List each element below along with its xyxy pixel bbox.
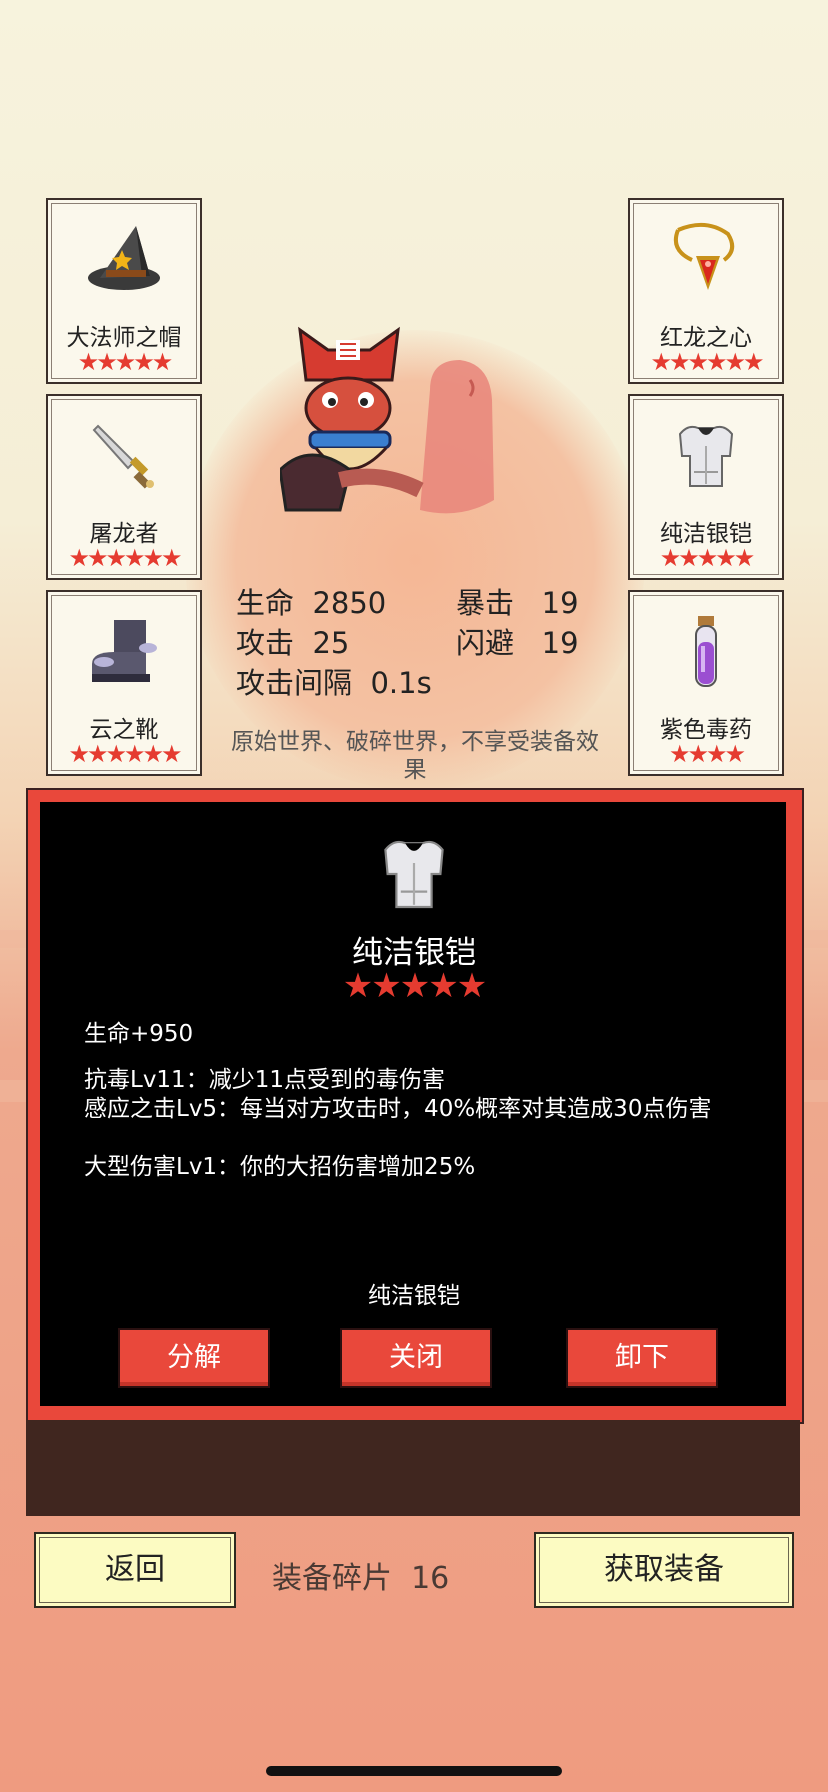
equip-stars: ★★★★★★ — [650, 348, 764, 376]
stat-crit-value: 19 — [541, 586, 579, 620]
back-button[interactable]: 返回 — [34, 1532, 236, 1608]
equip-stars: ★★★★★ — [659, 544, 756, 572]
wizard-hat-icon — [88, 226, 160, 290]
dagger-icon — [92, 424, 154, 489]
unequip-button[interactable]: 卸下 — [566, 1328, 718, 1388]
stat-atk-label: 攻击 — [236, 626, 295, 660]
detail-effect: 抗毒Lv11：减少11点受到的毒伤害 — [84, 1067, 445, 1093]
fragments-label: 装备碎片 — [272, 1561, 392, 1596]
stat-hp-label: 生命 — [236, 586, 295, 620]
fragments-value: 16 — [411, 1561, 450, 1596]
equip-slot-potion[interactable]: 紫色毒药 ★★★★ — [628, 590, 784, 776]
detail-footer-name: 纯洁银铠 — [368, 1283, 460, 1309]
equip-slot-hat[interactable]: 大法师之帽 ★★★★★ — [46, 198, 202, 384]
equip-name: 纯洁银铠 — [660, 521, 752, 547]
equip-name: 紫色毒药 — [660, 717, 752, 743]
equip-stars: ★★★★★ — [77, 348, 174, 376]
silver-armor-icon — [384, 840, 444, 909]
stat-interval-label: 攻击间隔 — [236, 666, 353, 700]
detail-effect: 大型伤害Lv1：你的大招伤害增加25% — [84, 1154, 476, 1180]
stat-dodge-label: 闪避 — [456, 626, 515, 660]
panel-shadow-strip — [26, 1420, 800, 1516]
purple-potion-icon — [695, 616, 717, 687]
equip-name: 红龙之心 — [660, 325, 752, 351]
equip-stars: ★★★★★★ — [68, 740, 182, 768]
stat-crit-label: 暴击 — [456, 586, 515, 620]
stat-atk-value: 25 — [312, 626, 350, 660]
silver-armor-icon — [678, 425, 734, 487]
equip-stars: ★★★★★★ — [68, 544, 182, 572]
equip-slot-armor[interactable]: 纯洁银铠 ★★★★★ — [628, 394, 784, 580]
fragments-count: 装备碎片 16 — [272, 1553, 449, 1597]
red-amulet-icon — [673, 222, 735, 290]
stat-dodge-value: 19 — [541, 626, 579, 660]
equip-slot-boots[interactable]: 云之靴 ★★★★★★ — [46, 590, 202, 776]
stat-interval-value: 0.1s — [370, 666, 432, 700]
detail-item-stars: ★★★★★ — [342, 966, 487, 1006]
close-button[interactable]: 关闭 — [340, 1328, 492, 1388]
hero-character — [280, 326, 494, 514]
detail-bonus: 生命+950 — [84, 1021, 194, 1047]
boots-icon — [92, 620, 157, 682]
equip-name: 大法师之帽 — [66, 325, 182, 351]
world-note: 原始世界、破碎世界，不享受装备效果 — [231, 729, 599, 783]
equip-slot-amulet[interactable]: 红龙之心 ★★★★★★ — [628, 198, 784, 384]
stat-hp-value: 2850 — [312, 586, 387, 620]
get-equipment-button[interactable]: 获取装备 — [534, 1532, 794, 1608]
equip-name: 屠龙者 — [89, 521, 159, 547]
equip-name: 云之靴 — [89, 717, 159, 743]
home-indicator[interactable] — [266, 1766, 562, 1776]
detail-effect: 感应之击Lv5：每当对方攻击时，40%概率对其造成30点伤害 — [84, 1096, 712, 1122]
equip-stars: ★★★★ — [668, 740, 746, 768]
decompose-button[interactable]: 分解 — [118, 1328, 270, 1388]
equip-slot-dagger[interactable]: 屠龙者 ★★★★★★ — [46, 394, 202, 580]
